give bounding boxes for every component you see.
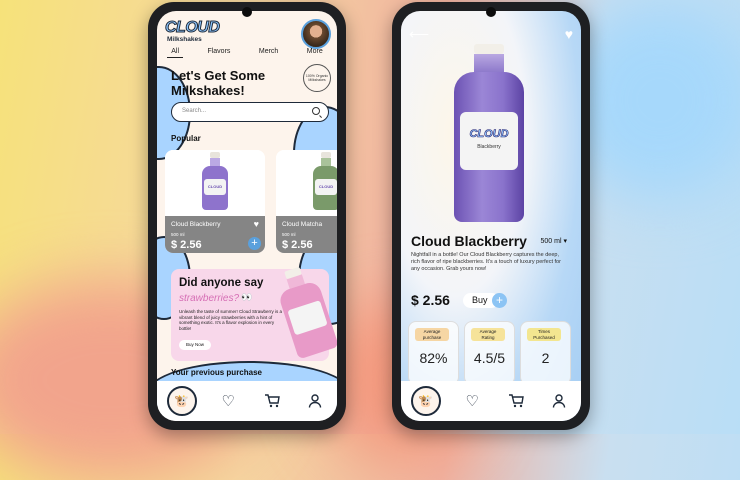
plus-icon[interactable]: + bbox=[492, 293, 507, 308]
product-image: CLOUD bbox=[276, 150, 337, 216]
buy-button[interactable]: Buy + bbox=[463, 293, 507, 308]
add-to-cart-button[interactable]: + bbox=[248, 237, 261, 250]
heart-icon[interactable]: ♥ bbox=[565, 26, 573, 42]
volume-select[interactable]: 500 ml ▾ bbox=[541, 237, 567, 245]
bottle-body: CLOUD Blackberry bbox=[454, 72, 524, 222]
bottom-nav: 🐮 ♡ bbox=[157, 381, 337, 421]
bottle-body: CLOUD bbox=[202, 166, 228, 210]
stat-value: 82% bbox=[419, 350, 448, 366]
cow-icon[interactable]: 🐮 bbox=[410, 386, 441, 416]
product-info: Cloud Blackberry ♥ 500 ml $ 2.56 + bbox=[165, 216, 265, 253]
stat-label: Average purchase bbox=[415, 328, 449, 341]
section-previous-purchase: Your previous purchase bbox=[171, 368, 262, 377]
bottle-neck bbox=[210, 158, 220, 166]
title-line-2: Milkshakes! bbox=[171, 83, 245, 98]
user-svg bbox=[553, 394, 566, 408]
cow-icon[interactable]: 🐮 bbox=[166, 386, 197, 416]
buy-now-button[interactable]: Buy Now bbox=[179, 340, 211, 350]
promo-banner[interactable]: Did anyone say strawberries? 👀 Unleash t… bbox=[171, 266, 337, 361]
stat-value: 4.5/5 bbox=[473, 350, 506, 366]
stat-label: Times Purchased bbox=[527, 328, 561, 341]
search-icon[interactable] bbox=[312, 107, 320, 115]
brand-sub: Milkshakes bbox=[167, 36, 202, 43]
page-title: Let's Get Some Milkshakes! bbox=[171, 68, 265, 98]
right-phone: ⟵ ♥ CLOUD Blackberry Cloud Blackberry 50… bbox=[392, 2, 590, 430]
tab-more[interactable]: More bbox=[303, 46, 327, 58]
product-info: Cloud Matcha 500 ml $ 2.56 bbox=[276, 216, 337, 253]
back-arrow-icon[interactable]: ⟵ bbox=[409, 26, 429, 43]
chevron-down-icon: ▾ bbox=[563, 238, 567, 245]
section-popular: Popular bbox=[171, 134, 201, 143]
bottle-label-brand: CLOUD bbox=[469, 128, 509, 141]
tab-merch[interactable]: Merch bbox=[255, 46, 282, 58]
bottle-body: CLOUD bbox=[313, 166, 337, 210]
bottle-label-flavor: Blackberry bbox=[477, 144, 501, 150]
bottle-cap bbox=[474, 44, 504, 54]
product-card[interactable]: CLOUD Cloud Matcha 500 ml $ 2.56 bbox=[276, 150, 337, 253]
product-name: Cloud Matcha bbox=[282, 221, 323, 228]
heart-icon[interactable]: ♡ bbox=[460, 389, 484, 413]
stat-value: 2 bbox=[541, 350, 550, 366]
buy-label: Buy bbox=[472, 295, 488, 305]
cart-icon[interactable] bbox=[504, 389, 528, 413]
heart-icon[interactable]: ♡ bbox=[216, 389, 240, 413]
product-price: $ 2.56 bbox=[282, 239, 313, 251]
product-price: $ 2.56 bbox=[171, 239, 202, 251]
promo-flavor: strawberries? bbox=[179, 293, 240, 304]
bottle-image: CLOUD bbox=[202, 152, 228, 210]
heart-icon[interactable]: ♥ bbox=[254, 219, 259, 229]
search-placeholder: Search... bbox=[182, 108, 207, 114]
camera bbox=[242, 7, 252, 17]
product-name: Cloud Blackberry bbox=[171, 221, 221, 228]
camera bbox=[486, 7, 496, 17]
product-volume: 500 ml bbox=[282, 232, 296, 237]
user-icon[interactable] bbox=[547, 389, 571, 413]
user-icon[interactable] bbox=[303, 389, 327, 413]
product-card[interactable]: CLOUD Cloud Blackberry ♥ 500 ml $ 2.56 + bbox=[165, 150, 265, 253]
organic-seal: 100% Organic Milkshakes bbox=[303, 64, 331, 92]
product-hero-image: CLOUD Blackberry bbox=[454, 44, 524, 222]
cart-icon[interactable] bbox=[260, 389, 284, 413]
user-svg bbox=[309, 394, 322, 408]
bottom-nav: 🐮 ♡ bbox=[401, 381, 581, 421]
stat-card: Times Purchased 2 bbox=[520, 321, 571, 385]
cart-svg bbox=[264, 394, 280, 408]
tab-flavors[interactable]: Flavors bbox=[203, 46, 234, 58]
tab-bar: All Flavors Merch More bbox=[157, 46, 337, 58]
bottle-label: CLOUD bbox=[315, 179, 337, 195]
promo-description: Unleash the taste of summer! Cloud Straw… bbox=[179, 309, 283, 331]
avatar[interactable] bbox=[301, 19, 331, 49]
eyes-icon: 👀 bbox=[241, 292, 253, 302]
product-price: $ 2.56 bbox=[411, 292, 450, 308]
product-description: Nightfall in a bottle! Our Cloud Blackbe… bbox=[411, 252, 561, 272]
search-input[interactable]: Search... bbox=[171, 102, 329, 122]
stat-label: Average Rating bbox=[471, 328, 505, 341]
volume-value: 500 ml bbox=[540, 238, 562, 245]
bottle-neck bbox=[474, 54, 504, 72]
title-line-1: Let's Get Some bbox=[171, 68, 266, 83]
bottle-image: CLOUD bbox=[313, 152, 337, 210]
left-phone: CLOUD Milkshakes All Flavors Merch More … bbox=[148, 2, 346, 430]
product-detail-screen: ⟵ ♥ CLOUD Blackberry Cloud Blackberry 50… bbox=[401, 11, 581, 421]
product-image: CLOUD bbox=[165, 150, 265, 216]
promo-title: Did anyone say bbox=[179, 277, 264, 289]
product-volume: 500 ml bbox=[171, 232, 185, 237]
product-title: Cloud Blackberry bbox=[411, 233, 527, 249]
home-screen: CLOUD Milkshakes All Flavors Merch More … bbox=[157, 11, 337, 421]
brand-logo[interactable]: CLOUD bbox=[164, 19, 220, 37]
cart-svg bbox=[508, 394, 524, 408]
bottle-neck bbox=[321, 158, 331, 166]
bottle-label: CLOUD bbox=[204, 179, 226, 195]
stat-card: Average Rating 4.5/5 bbox=[464, 321, 515, 385]
bottle-label: CLOUD Blackberry bbox=[460, 112, 518, 170]
tab-all[interactable]: All bbox=[167, 46, 183, 58]
stat-card: Average purchase 82% bbox=[408, 321, 459, 385]
